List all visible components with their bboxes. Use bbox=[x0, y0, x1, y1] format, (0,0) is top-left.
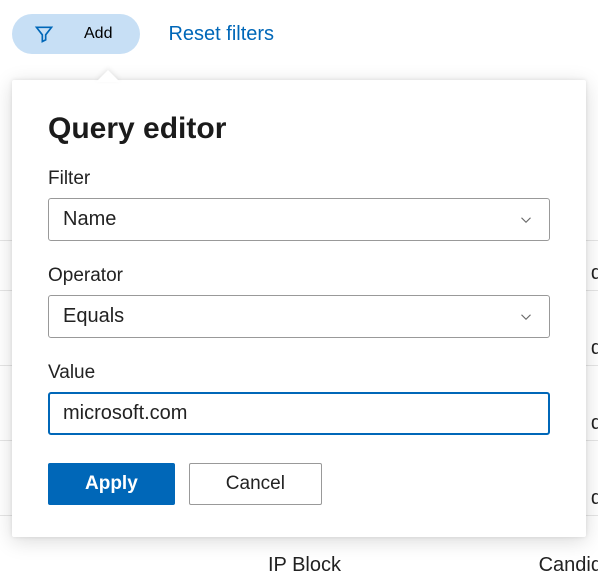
filter-icon bbox=[34, 24, 54, 44]
bg-text: d bbox=[591, 487, 598, 510]
bg-text-ipblock: IP Block bbox=[268, 554, 341, 577]
operator-select-value: Equals bbox=[63, 305, 124, 328]
operator-select[interactable]: Equals bbox=[48, 295, 550, 338]
value-field-label: Value bbox=[48, 362, 550, 384]
cancel-button[interactable]: Cancel bbox=[189, 463, 322, 505]
reset-filters-link[interactable]: Reset filters bbox=[168, 23, 274, 46]
filter-select[interactable]: Name bbox=[48, 198, 550, 241]
operator-field-label: Operator bbox=[48, 265, 550, 287]
panel-title: Query editor bbox=[48, 112, 550, 146]
add-filter-button[interactable]: Add bbox=[12, 14, 140, 54]
apply-button[interactable]: Apply bbox=[48, 463, 175, 505]
bg-text: d bbox=[591, 337, 598, 360]
bg-text: d bbox=[591, 262, 598, 285]
bg-text: d bbox=[591, 412, 598, 435]
filter-select-value: Name bbox=[63, 208, 116, 231]
value-input[interactable] bbox=[48, 392, 550, 435]
bg-text-candid: Candid bbox=[539, 554, 598, 577]
add-filter-label: Add bbox=[84, 25, 112, 43]
filter-field-label: Filter bbox=[48, 168, 550, 190]
chevron-down-icon bbox=[517, 211, 535, 229]
query-editor-panel: Query editor Filter Name Operator Equals… bbox=[12, 80, 586, 537]
chevron-down-icon bbox=[517, 308, 535, 326]
